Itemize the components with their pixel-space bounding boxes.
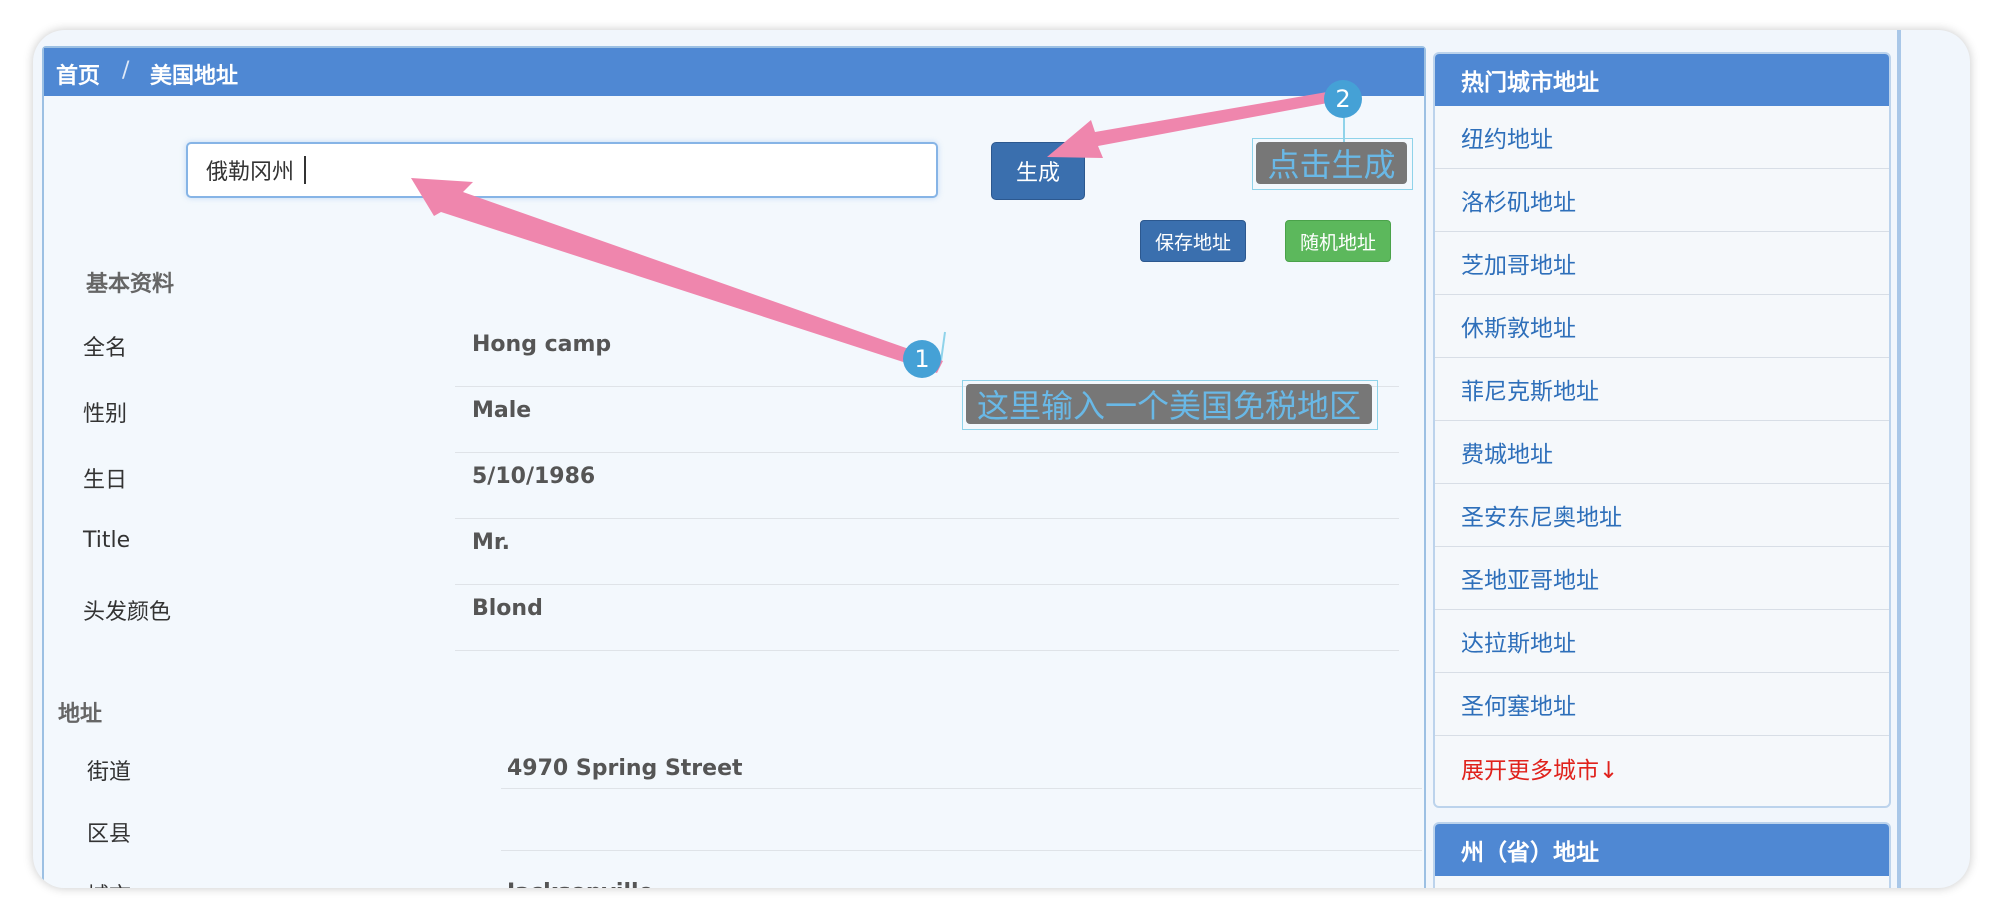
annotation-badge-2: 2 bbox=[1324, 80, 1362, 118]
annotation-text-1: 这里输入一个美国免税地区 bbox=[966, 384, 1372, 425]
annotation-leader-1 bbox=[940, 331, 946, 362]
arrow-to-input bbox=[411, 178, 943, 373]
annotation-badge-1: 1 bbox=[903, 340, 941, 378]
annotation-text-2: 点击生成 bbox=[1256, 142, 1407, 184]
window-frame: 首页 / 美国地址 生成 保存地址 随机地址 基本资料 全名 Hong camp… bbox=[33, 30, 1970, 888]
annotation-arrows bbox=[411, 92, 1345, 373]
